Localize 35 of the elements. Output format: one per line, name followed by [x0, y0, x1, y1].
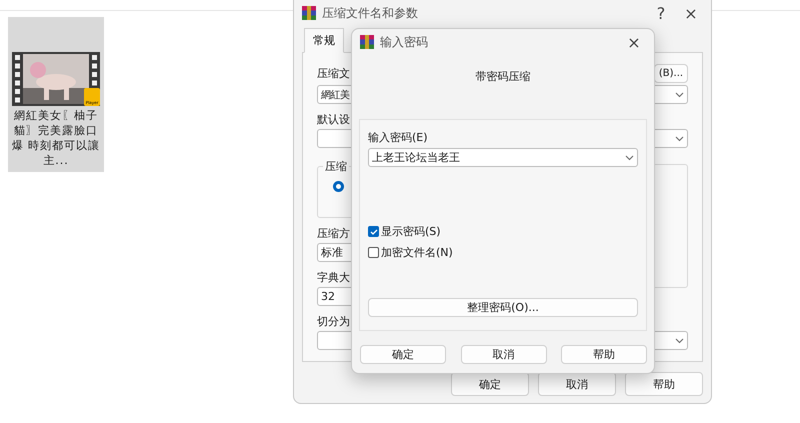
dialog-button[interactable]: 取消: [538, 372, 616, 396]
browse-button[interactable]: (B)...: [654, 64, 688, 82]
field-label: 切分为: [317, 314, 350, 329]
group-label: 压缩: [323, 159, 349, 174]
help-button[interactable]: ?: [649, 4, 673, 22]
field-label: 字典大: [317, 270, 350, 285]
chevron-icon: [675, 136, 684, 142]
dialog-button[interactable]: 取消: [460, 345, 546, 364]
close-button[interactable]: ×: [679, 4, 703, 22]
organize-button[interactable]: 整理密码(O)...: [368, 298, 638, 317]
close-button[interactable]: ×: [622, 32, 646, 52]
checkbox-label: 显示密码(S): [381, 224, 441, 239]
chevron-icon: [625, 154, 634, 160]
field-label: 压缩方: [317, 226, 350, 241]
dialog-heading: 带密码压缩: [474, 69, 532, 85]
checkbox[interactable]: [368, 226, 379, 237]
dialog-button[interactable]: 帮助: [561, 345, 647, 364]
window-title: 压缩文件名和参数: [322, 4, 419, 22]
tab[interactable]: 常规: [304, 28, 344, 53]
chevron-icon: [675, 338, 684, 344]
window-title: 输入密码: [380, 34, 429, 50]
radio-button[interactable]: [333, 181, 344, 192]
dialog-button[interactable]: 确定: [360, 345, 446, 364]
app-icon: [360, 35, 374, 49]
field-label: 输入密码(E): [368, 130, 428, 145]
dialog-button[interactable]: 帮助: [625, 372, 703, 396]
checkbox-label: 加密文件名(N): [381, 245, 453, 260]
field-label: 默认设: [317, 112, 350, 127]
checkbox[interactable]: [368, 247, 379, 258]
chevron-icon: [675, 92, 684, 98]
app-icon: [302, 6, 316, 20]
dialog-button[interactable]: 确定: [451, 372, 529, 396]
password-field[interactable]: 上老王论坛当老王: [368, 148, 638, 167]
field-label: 压缩文: [317, 66, 350, 80]
file-name: 網紅美女〖柚子貓〗完美露臉口爆 時刻都可以讓主...: [10, 108, 102, 168]
